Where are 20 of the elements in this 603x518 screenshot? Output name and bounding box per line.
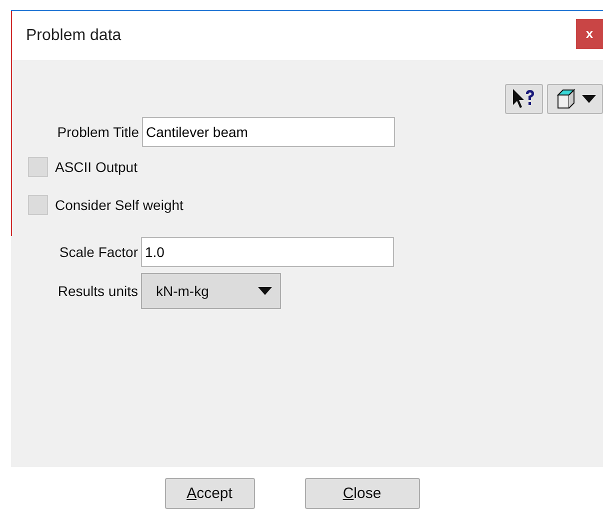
caret-icon	[582, 95, 596, 103]
checkbox-label: Consider Self weight	[55, 197, 184, 213]
accept-button[interactable]: Accept	[164, 478, 254, 508]
units-dropdown[interactable]: kN-m-kg	[141, 273, 281, 309]
checkbox-label: ASCII Output	[55, 159, 138, 175]
close-dialog-button[interactable]: Close	[304, 478, 420, 508]
checkbox[interactable]	[28, 157, 48, 177]
book-dropdown-button[interactable]	[547, 84, 603, 114]
caret-icon	[258, 287, 272, 295]
help-button[interactable]	[505, 84, 543, 114]
book-icon	[554, 87, 578, 111]
field-label: Scale Factor	[58, 244, 139, 260]
problem-title-field[interactable]: Cantilever beam	[142, 117, 395, 147]
window-title: Problem data	[26, 26, 122, 44]
field-label: Results units	[56, 283, 139, 299]
field-label: Problem Title	[56, 124, 140, 140]
pointer-help-icon	[512, 88, 536, 110]
checkbox[interactable]	[28, 195, 48, 215]
scale-factor-field[interactable]: 1.0	[141, 237, 394, 267]
window-close-button[interactable]: x	[576, 18, 603, 48]
